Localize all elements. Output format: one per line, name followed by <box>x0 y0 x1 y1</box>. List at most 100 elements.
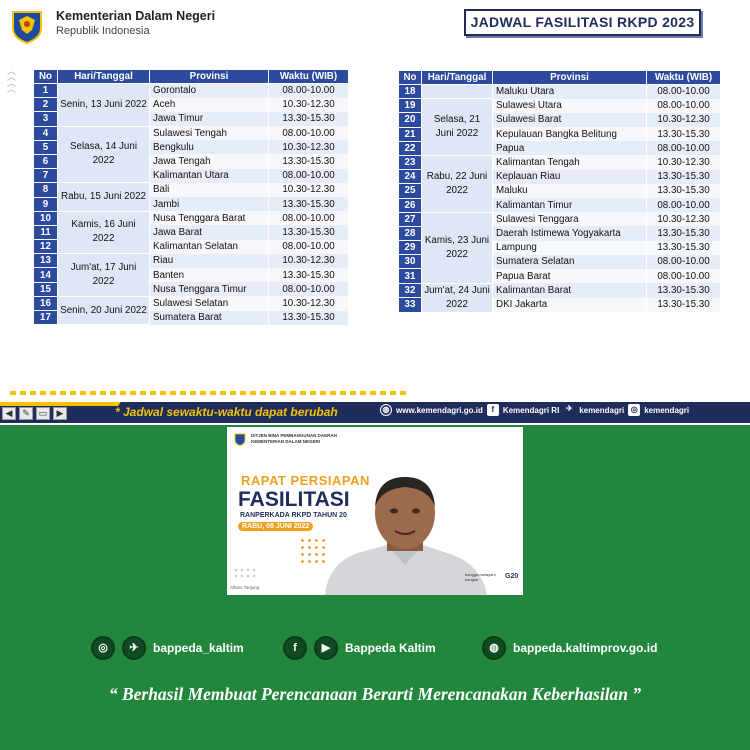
facebook-icon[interactable]: f <box>283 636 307 660</box>
day-cell: Jum'at, 17 Juni 2022 <box>57 253 150 297</box>
time-cell: 08.00-10.00 <box>268 168 349 183</box>
next-slide-icon[interactable]: ▶ <box>53 406 67 420</box>
social-name-bappeda[interactable]: Bappeda Kaltim <box>345 641 436 655</box>
garuda-emblem-icon <box>234 433 246 446</box>
globe-icon[interactable]: ◍ <box>482 636 506 660</box>
table-row: 1 Senin, 13 Juni 2022 Gorontalo 08.00-10.00 <box>33 83 349 127</box>
province-cell: Jawa Barat <box>149 225 269 240</box>
motto-tagline: “ Berhasil Membuat Perencanaan Berarti M… <box>108 684 642 704</box>
time-cell: 10.30-12.30 <box>646 155 721 170</box>
province-cell: Daerah Istimewa Yogyakarta <box>492 226 647 241</box>
youtube-icon[interactable]: ▶ <box>314 636 338 660</box>
ministry-website: www.kemendagri.go.id <box>396 405 483 415</box>
col-header-province: Provinsi <box>149 69 269 84</box>
province-cell: Keplauan Riau <box>492 169 647 184</box>
instagram-icon[interactable]: ◎ <box>91 636 115 660</box>
row-number: 22 <box>398 141 422 156</box>
twitter-icon: ✈ <box>565 404 573 413</box>
slides-icon[interactable]: ▭ <box>36 406 50 420</box>
province-cell: Nusa Tenggara Barat <box>149 211 269 226</box>
row-number: 24 <box>398 169 422 185</box>
row-number: 13 <box>33 253 58 269</box>
province-cell: Kalimantan Timur <box>492 198 647 213</box>
province-cell: Lampung <box>492 240 647 255</box>
time-cell: 10.30-12.30 <box>268 140 349 155</box>
social-website: ◍ bappeda.kaltimprov.go.id <box>482 636 657 660</box>
row-number: 18 <box>398 84 422 100</box>
col-header-day: Hari/Tanggal <box>57 69 150 84</box>
day-cell: Jum'at, 24 Juni 2022 <box>421 283 493 313</box>
decorative-dots <box>233 567 257 581</box>
province-cell: Kepulauan Bangka Belitung <box>492 127 647 142</box>
day-cell: Selasa, 21 Juni 2022 <box>421 98 493 156</box>
table-row: 16 Senin, 20 Juni 2022 Sulawesi Selatan 10.… <box>33 296 349 326</box>
table-row: 23 Rabu, 22 Juni 2022 Kalimantan Tengah 10.… <box>398 155 721 213</box>
col-header-province: Provinsi <box>492 70 647 85</box>
province-cell: Papua <box>492 141 647 156</box>
ministry-name: Kementerian Dalam Negeri <box>56 9 216 23</box>
twitter-icon[interactable]: ✈ <box>122 636 146 660</box>
g20-logo: G20 <box>505 573 519 580</box>
schedule-title-box: JADWAL FASILITASI RKPD 2023 <box>464 9 701 36</box>
day-cell: Selasa, 14 Juni 2022 <box>57 126 150 184</box>
province-cell: Maluku <box>492 183 647 198</box>
republic-name: Republik Indonesia <box>56 25 150 37</box>
row-number: 7 <box>33 168 58 184</box>
bappeda-website[interactable]: bappeda.kaltimprov.go.id <box>513 641 657 655</box>
province-cell: Riau <box>149 253 269 268</box>
scroll-chevron-icon[interactable]: ︿ ︿ ︿ ︿ <box>7 67 17 94</box>
social-handle-bappeda[interactable]: bappeda_kaltim <box>153 641 244 655</box>
table-row: 27 Kamis, 23 Juni 2022 Sulawesi Tenggara 10… <box>398 212 721 284</box>
time-cell: 10.30-12.30 <box>646 212 721 227</box>
schedule-table-left: No Hari/Tanggal Provinsi Waktu (WIB) 1 Se… <box>33 69 349 326</box>
province-cell: Nusa Tenggara Timur <box>149 282 269 297</box>
time-cell: 13.30-15.30 <box>268 225 349 240</box>
row-number: 5 <box>33 140 58 155</box>
time-cell: 08.00-10.00 <box>646 141 721 156</box>
province-cell: Banten <box>149 267 269 283</box>
time-cell: 13.30-15.30 <box>646 283 721 298</box>
table-row: 19 Selasa, 21 Juni 2022 Sulawesi Utara 08.0… <box>398 98 721 156</box>
time-cell: 10.30-12.30 <box>268 182 349 197</box>
contact-strip: ◍ www.kemendagri.go.id f Kemendagri RI ✈… <box>380 404 689 416</box>
row-number: 15 <box>33 282 58 297</box>
row-number: 31 <box>398 268 422 284</box>
ministry-facebook: Kemendagri RI <box>502 405 560 415</box>
row-number: 12 <box>33 239 58 255</box>
time-cell: 08.00-10.00 <box>646 198 721 213</box>
schedule-table-right: No Hari/Tanggal Provinsi Waktu (WIB) 18 M… <box>398 70 721 313</box>
table-row: 13 Jum'at, 17 Juni 2022 Riau 10.30-12.30 <box>33 253 349 297</box>
ministry-instagram: kemendagri <box>644 405 690 415</box>
day-cell <box>421 84 493 100</box>
time-cell: 08.00-10.00 <box>646 268 721 284</box>
row-number: 27 <box>398 212 422 227</box>
row-number: 1 <box>33 83 58 99</box>
time-cell: 08.00-10.00 <box>646 84 721 99</box>
col-header-time: Waktu (WIB) <box>268 69 349 84</box>
globe-icon: ◍ <box>380 404 392 416</box>
province-cell: Kalimantan Barat <box>492 283 647 298</box>
row-number: 4 <box>33 126 58 141</box>
video-call-frame: DITJEN BINA PEMBANGUNAN DAERAH KEMENTERI… <box>227 427 523 595</box>
time-cell: 13.30-15.30 <box>646 127 721 142</box>
row-number: 30 <box>398 254 422 270</box>
row-number: 28 <box>398 226 422 242</box>
time-cell: 08.00-10.00 <box>268 83 349 98</box>
garuda-emblem-icon <box>12 11 42 44</box>
time-cell: 13.30-15.30 <box>268 111 349 127</box>
prev-slide-icon[interactable]: ◀ <box>2 406 16 420</box>
table-row: 10 Kamis, 16 Juni 2022 Nusa Tenggara Barat… <box>33 211 349 255</box>
row-number: 25 <box>398 183 422 199</box>
province-cell: Kalimantan Utara <box>149 168 269 183</box>
time-cell: 08.00-10.00 <box>646 98 721 113</box>
time-cell: 13.30-15.30 <box>646 240 721 255</box>
pen-icon[interactable]: ✎ <box>19 406 33 420</box>
time-cell: 08.00-10.00 <box>268 239 349 254</box>
row-number: 21 <box>398 127 422 142</box>
time-cell: 10.30-12.30 <box>646 112 721 128</box>
province-cell: Gorontalo <box>149 83 269 98</box>
bangga-slogan: bangga melayani bangsa <box>465 572 496 582</box>
province-cell: DKI Jakarta <box>492 297 647 313</box>
table-row: 32 Jum'at, 24 Juni 2022 Kalimantan Barat 13… <box>398 283 721 313</box>
province-cell: Sulawesi Tengah <box>149 126 269 141</box>
